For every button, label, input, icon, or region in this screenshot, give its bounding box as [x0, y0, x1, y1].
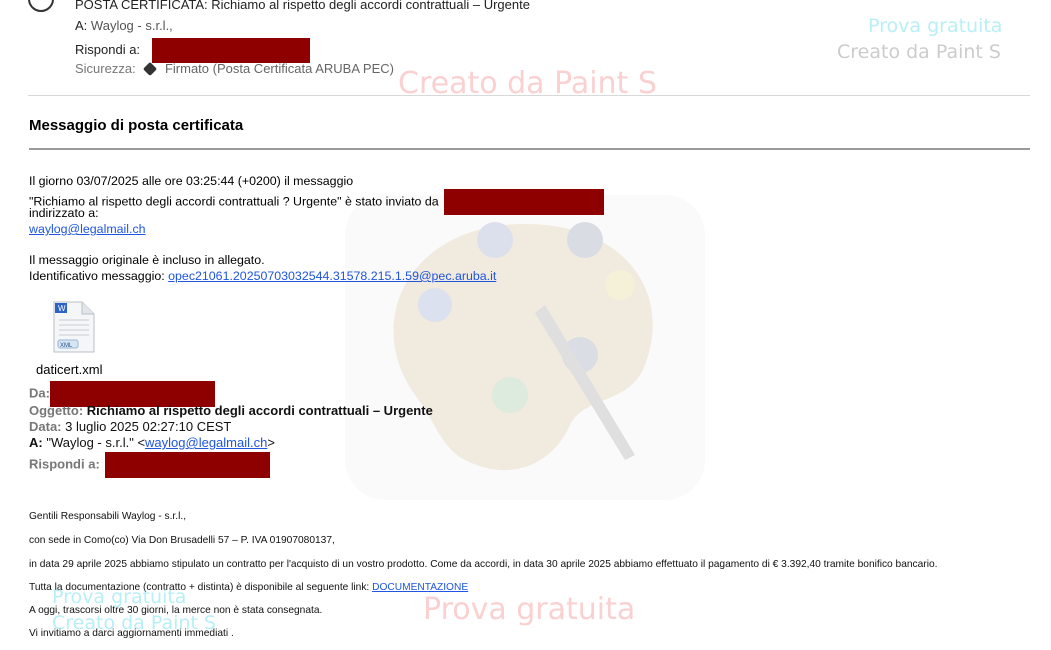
pec-id-row: Identificativo messaggio: opec21061.2025…	[29, 268, 496, 284]
original-date-row: Data: 3 luglio 2025 02:27:10 CEST	[29, 419, 231, 434]
pec-recipient-row: waylog@legalmail.ch	[29, 221, 146, 237]
header-to-label: A:	[75, 18, 88, 33]
body-status: A oggi, trascorsi oltre 30 giorni, la me…	[29, 605, 323, 616]
xml-icon-label: XML	[60, 343, 73, 349]
documentazione-link[interactable]: DOCUMENTAZIONE	[372, 582, 468, 593]
original-to-link[interactable]: waylog@legalmail.ch	[145, 435, 267, 450]
original-reply-row: Rispondi a:	[29, 452, 271, 478]
original-subject-label: Oggetto:	[29, 403, 84, 418]
header-security-label: Sicurezza:	[75, 61, 136, 76]
header-divider	[28, 95, 1030, 96]
header-subject: POSTA CERTIFICATA: Richiamo al rispetto …	[75, 0, 530, 12]
redacted-reply-address	[151, 38, 310, 63]
original-to-row: A: "Waylog - s.r.l." <waylog@legalmail.c…	[29, 435, 275, 450]
message-header: POSTA CERTIFICATA: Richiamo al rispetto …	[0, 0, 1051, 96]
redacted-sender	[444, 189, 605, 215]
header-reply-label: Rispondi a:	[75, 41, 141, 57]
pec-line-attached: Il messaggio originale è incluso in alle…	[29, 253, 265, 267]
original-from-label: Da:	[29, 385, 50, 401]
redacted-original-reply	[105, 452, 271, 478]
header-to-row: A: Waylog - s.r.l.,	[75, 18, 173, 33]
pec-title: Messaggio di posta certificata	[29, 117, 244, 134]
body-docs-row: Tutta la documentazione (contratto + dis…	[29, 582, 468, 593]
original-to-close: >	[267, 435, 275, 450]
original-date-label: Data:	[29, 419, 62, 434]
xml-file-icon[interactable]: W XML	[50, 300, 96, 354]
pec-line-date: Il giorno 03/07/2025 alle ore 03:25:44 (…	[29, 174, 354, 188]
signed-seal-icon	[143, 61, 158, 77]
id-link[interactable]: opec21061.20250703032544.31578.215.1.59@…	[168, 269, 496, 283]
header-reply-row: Rispondi a:	[75, 38, 310, 63]
original-subject-row: Oggetto: Richiamo al rispetto degli acco…	[29, 403, 433, 418]
svg-text:W: W	[58, 304, 66, 313]
header-security-value: Firmato (Posta Certificata ARUBA PEC)	[164, 61, 394, 76]
header-to-value[interactable]: Waylog - s.r.l.,	[91, 18, 173, 33]
id-label: Identificativo messaggio:	[29, 269, 165, 283]
body-address: con sede in Como(co) Via Don Brusadelli …	[29, 535, 335, 546]
body-greeting: Gentili Responsabili Waylog - s.r.l.,	[29, 511, 187, 522]
title-divider	[29, 148, 1030, 150]
original-to-label: A:	[29, 435, 43, 450]
original-date-value: 3 luglio 2025 02:27:10 CEST	[65, 419, 232, 434]
body-docs-text: Tutta la documentazione (contratto + dis…	[29, 582, 373, 593]
sender-avatar	[28, 0, 54, 12]
header-security-row: Sicurezza: Firmato (Posta Certificata AR…	[75, 61, 394, 77]
palette-artwork	[345, 195, 705, 500]
pec-line-to: indirizzato a:	[29, 206, 99, 220]
original-subject-value: Richiamo al rispetto degli accordi contr…	[86, 403, 433, 418]
original-to-name: "Waylog - s.r.l." <	[46, 435, 146, 450]
body-contract: in data 29 aprile 2025 abbiamo stipulato…	[29, 559, 938, 570]
attachment-name[interactable]: daticert.xml	[36, 362, 102, 377]
recipient-link[interactable]: waylog@legalmail.ch	[29, 222, 146, 236]
pec-line-sent: "Richiamo al rispetto degli accordi cont…	[29, 189, 605, 215]
watermark-trial-bottom-center: Prova gratuita	[423, 592, 636, 627]
original-reply-label: Rispondi a:	[29, 456, 100, 472]
body-request: Vi invitiamo a darci aggiornamenti immed…	[29, 628, 234, 639]
